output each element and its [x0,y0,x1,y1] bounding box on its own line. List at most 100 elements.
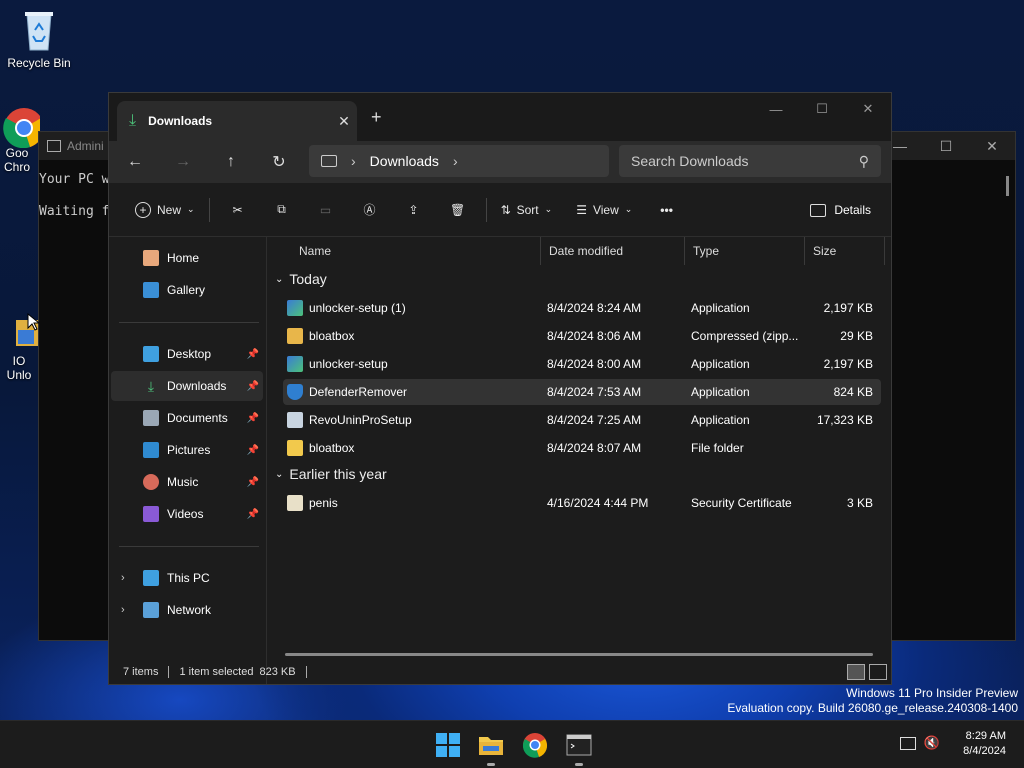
table-row[interactable]: bloatbox 8/4/2024 8:06 AM Compressed (zi… [283,323,881,349]
details-button[interactable]: Details [810,194,871,226]
column-header-date[interactable]: Date modified [541,237,685,265]
sort-button[interactable]: ⇅ Sort ⌄ [493,194,561,226]
group-label: Earlier this year [289,466,387,482]
sidebar-item-label: Network [167,603,212,617]
sidebar-item-network[interactable]: › Network [111,595,263,625]
start-button[interactable] [434,731,462,759]
desktop-icon-recycle-bin[interactable]: Recycle Bin [1,8,77,70]
column-label: Name [299,244,332,258]
pin-icon[interactable]: 📌 [247,509,259,520]
sidebar-item-pictures[interactable]: Pictures 📌 [111,435,263,465]
console-maximize-button[interactable]: ☐ [923,132,969,160]
file-type: Compressed (zipp... [691,329,799,343]
new-tab-button[interactable]: + [371,107,382,128]
this-pc-icon [143,570,159,586]
documents-icon [143,410,159,426]
taskbar-terminal[interactable] [565,731,593,766]
installer-icon [287,356,303,372]
chevron-right-icon[interactable]: › [453,153,458,169]
pin-icon[interactable]: 📌 [247,413,259,424]
pin-icon[interactable]: 📌 [247,349,259,360]
address-bar[interactable]: › Downloads › [309,145,609,177]
share-icon[interactable]: ⇪ [392,194,436,226]
column-header-size[interactable]: Size [805,237,885,265]
rename-icon[interactable]: Ⓐ [348,194,392,226]
sidebar-item-documents[interactable]: Documents 📌 [111,403,263,433]
column-label: Type [693,244,720,258]
console-close-button[interactable]: ✕ [969,132,1015,160]
sidebar-item-videos[interactable]: Videos 📌 [111,499,263,529]
console-scrollbar[interactable] [1006,176,1009,196]
table-row[interactable]: unlocker-setup (1) 8/4/2024 8:24 AM Appl… [283,295,881,321]
table-row-selected[interactable]: DefenderRemover 8/4/2024 7:53 AM Applica… [283,379,881,405]
details-view-icon[interactable] [847,664,865,680]
table-row[interactable]: penis 4/16/2024 4:44 PM Security Certifi… [283,490,881,516]
taskbar-chrome[interactable] [521,731,549,759]
file-date: 8/4/2024 8:06 AM [547,329,642,343]
sidebar-item-music[interactable]: Music 📌 [111,467,263,497]
volume-muted-icon[interactable]: 🔇 [924,735,940,751]
group-header-earlier[interactable]: ⌄ Earlier this year [275,466,387,482]
chrome-icon [522,733,548,758]
file-name: unlocker-setup (1) [309,301,406,315]
column-header-type[interactable]: Type [685,237,805,265]
table-row[interactable]: bloatbox 8/4/2024 8:07 AM File folder [283,435,881,461]
file-explorer-window[interactable]: ⤓ Downloads ✕ + — ☐ ✕ ← → ↑ ↻ › Download… [108,92,892,685]
taskbar-file-explorer[interactable] [477,731,505,766]
more-options-button[interactable]: ••• [652,194,681,226]
group-header-today[interactable]: ⌄ Today [275,271,327,287]
desktop-icon [143,346,159,362]
chrome-label: Goo Chro [3,146,30,174]
chevron-right-icon[interactable]: › [121,604,125,616]
music-icon [143,474,159,490]
search-box[interactable]: Search Downloads ⚲ [619,145,881,177]
close-button[interactable]: ✕ [845,93,891,125]
minimize-button[interactable]: — [753,93,799,125]
selection-count: 1 item selected [179,666,254,678]
installer-icon [287,300,303,316]
file-type: Application [691,413,750,427]
sidebar-item-label: Music [167,475,199,489]
new-button[interactable]: + New ⌄ [127,194,203,226]
refresh-button[interactable]: ↻ [255,146,303,178]
back-button[interactable]: ← [111,146,159,178]
delete-icon[interactable]: 🗑 [436,194,480,226]
network-tray-icon[interactable] [900,737,916,750]
copy-icon[interactable]: ⧉ [260,194,304,226]
pin-icon[interactable]: 📌 [247,477,259,488]
search-icon: ⚲ [858,152,869,169]
pin-icon[interactable]: 📌 [247,381,259,392]
clock[interactable]: 8:29 AM 8/4/2024 [963,729,1006,759]
terminal-icon [566,734,592,756]
tab-downloads[interactable]: ⤓ Downloads ✕ [117,101,357,141]
table-row[interactable]: unlocker-setup 8/4/2024 8:00 AM Applicat… [283,351,881,377]
forward-button[interactable]: → [159,146,207,178]
maximize-button[interactable]: ☐ [799,93,845,125]
view-icon: ☰ [576,202,587,217]
pin-icon[interactable]: 📌 [247,445,259,456]
breadcrumb-downloads[interactable]: Downloads [370,153,439,169]
up-button[interactable]: ↑ [207,146,255,178]
sidebar-item-this-pc[interactable]: › This PC [111,563,263,593]
chevron-right-icon[interactable]: › [121,572,125,584]
file-size: 17,323 KB [816,413,873,427]
column-header-name[interactable]: Name [291,237,541,265]
cut-icon[interactable]: ✂ [216,194,260,226]
close-tab-icon[interactable]: ✕ [331,113,357,130]
command-bar: + New ⌄ ✂ ⧉ ▭ Ⓐ ⇪ 🗑 ⇅ Sort ⌄ ☰ View ⌄ ••… [109,183,891,237]
divider [305,666,307,678]
file-list: Name Date modified Type Size ⌄ Today unl… [269,237,891,657]
details-label: Details [834,203,871,217]
view-button[interactable]: ☰ View ⌄ [568,194,640,226]
sidebar-item-downloads[interactable]: ⤓ Downloads 📌 [111,371,263,401]
table-row[interactable]: RevoUninProSetup 8/4/2024 7:25 AM Applic… [283,407,881,433]
desktop-icon-chrome[interactable]: Goo Chro [0,104,44,174]
chevron-right-icon[interactable]: › [351,153,356,169]
horizontal-scrollbar[interactable] [285,653,873,656]
sidebar-item-home[interactable]: Home [111,243,263,273]
paste-icon[interactable]: ▭ [304,194,348,226]
tiles-view-icon[interactable] [869,664,887,680]
divider [208,197,210,222]
sidebar-item-gallery[interactable]: Gallery [111,275,263,305]
sidebar-item-desktop[interactable]: Desktop 📌 [111,339,263,369]
